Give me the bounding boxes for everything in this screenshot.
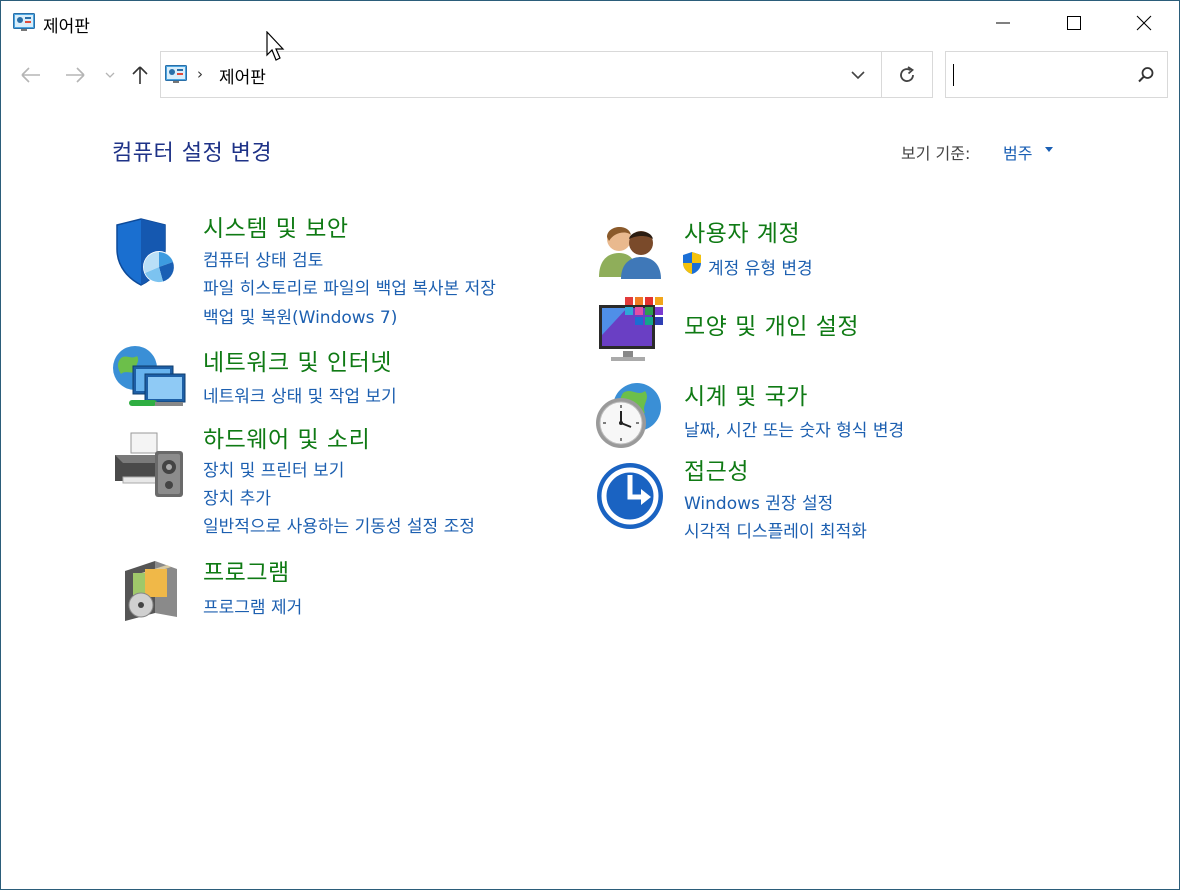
up-button[interactable] bbox=[126, 61, 154, 89]
clock-globe-icon[interactable] bbox=[593, 379, 665, 451]
breadcrumb-control-panel[interactable]: 제어판 bbox=[219, 63, 266, 88]
link-file-history-backup[interactable]: 파일 히스토리로 파일의 백업 복사본 저장 bbox=[203, 274, 496, 299]
page-title: 컴퓨터 설정 변경 bbox=[112, 141, 273, 166]
search-icon[interactable] bbox=[1136, 65, 1156, 85]
breadcrumb-separator-icon[interactable]: › bbox=[197, 65, 203, 83]
minimize-button[interactable] bbox=[968, 1, 1038, 45]
link-review-computer-status[interactable]: 컴퓨터 상태 검토 bbox=[203, 246, 323, 271]
control-panel-icon bbox=[165, 65, 187, 83]
link-network-status[interactable]: 네트워크 상태 및 작업 보기 bbox=[203, 382, 397, 407]
window-title: 제어판 bbox=[43, 17, 90, 37]
appearance-monitor-icon[interactable] bbox=[597, 295, 667, 365]
recent-locations-button[interactable] bbox=[98, 61, 122, 89]
category-appearance-personalization[interactable]: 모양 및 개인 설정 bbox=[684, 307, 859, 341]
link-date-time-number-format[interactable]: 날짜, 시간 또는 숫자 형식 변경 bbox=[684, 416, 904, 441]
category-user-accounts[interactable]: 사용자 계정 bbox=[684, 214, 800, 248]
close-icon bbox=[1136, 15, 1152, 31]
view-by-label: 보기 기준: bbox=[901, 144, 971, 163]
dropdown-arrow-icon[interactable] bbox=[1045, 147, 1053, 152]
category-clock-region[interactable]: 시계 및 국가 bbox=[684, 377, 808, 411]
view-by-dropdown[interactable]: 범주 bbox=[1003, 140, 1032, 164]
address-dropdown-button[interactable] bbox=[844, 64, 872, 86]
link-devices-printers[interactable]: 장치 및 프린터 보기 bbox=[203, 456, 344, 481]
control-panel-window: 제어판 › 제어판 컴퓨터 설정 변경 보기 기준: 범주 시스템 및 보안 컴… bbox=[0, 0, 1180, 890]
category-ease-of-access[interactable]: 접근성 bbox=[684, 452, 749, 486]
category-programs[interactable]: 프로그램 bbox=[203, 553, 290, 587]
printer-icon[interactable] bbox=[111, 431, 185, 499]
mouse-cursor-icon bbox=[266, 31, 285, 61]
category-system-security[interactable]: 시스템 및 보안 bbox=[203, 209, 349, 243]
link-change-account-type[interactable]: 계정 유형 변경 bbox=[708, 254, 813, 279]
maximize-button[interactable] bbox=[1039, 1, 1109, 45]
ease-of-access-icon[interactable] bbox=[595, 461, 665, 531]
user-accounts-icon[interactable] bbox=[597, 221, 665, 279]
link-add-device[interactable]: 장치 추가 bbox=[203, 484, 271, 509]
minimize-icon bbox=[996, 22, 1010, 24]
programs-icon[interactable] bbox=[119, 557, 183, 623]
link-windows-recommended-settings[interactable]: Windows 권장 설정 bbox=[684, 489, 833, 514]
refresh-icon bbox=[900, 65, 914, 82]
search-input[interactable] bbox=[952, 60, 1132, 90]
forward-button[interactable] bbox=[61, 61, 89, 89]
back-button[interactable] bbox=[17, 61, 45, 89]
up-arrow-icon bbox=[132, 66, 148, 84]
link-optimize-visual-display[interactable]: 시각적 디스플레이 최적화 bbox=[684, 517, 867, 542]
link-backup-restore[interactable]: 백업 및 복원(Windows 7) bbox=[203, 303, 397, 328]
close-button[interactable] bbox=[1109, 1, 1179, 45]
text-caret bbox=[953, 64, 954, 86]
control-panel-icon bbox=[13, 13, 35, 31]
chevron-down-icon bbox=[105, 72, 115, 78]
chevron-down-icon bbox=[851, 70, 865, 79]
maximize-icon bbox=[1067, 16, 1081, 30]
shield-icon[interactable] bbox=[111, 217, 179, 289]
refresh-button[interactable] bbox=[882, 51, 933, 98]
forward-arrow-icon bbox=[66, 67, 85, 83]
category-network-internet[interactable]: 네트워크 및 인터넷 bbox=[203, 343, 392, 377]
link-mobility-settings[interactable]: 일반적으로 사용하는 기동성 설정 조정 bbox=[203, 512, 475, 537]
uac-shield-icon bbox=[683, 252, 701, 274]
network-globe-icon[interactable] bbox=[111, 344, 187, 414]
title-bar: 제어판 bbox=[1, 1, 1179, 45]
category-hardware-sound[interactable]: 하드웨어 및 소리 bbox=[203, 420, 370, 454]
link-uninstall-program[interactable]: 프로그램 제거 bbox=[203, 593, 302, 618]
search-box[interactable] bbox=[945, 51, 1168, 98]
back-arrow-icon bbox=[21, 67, 40, 83]
